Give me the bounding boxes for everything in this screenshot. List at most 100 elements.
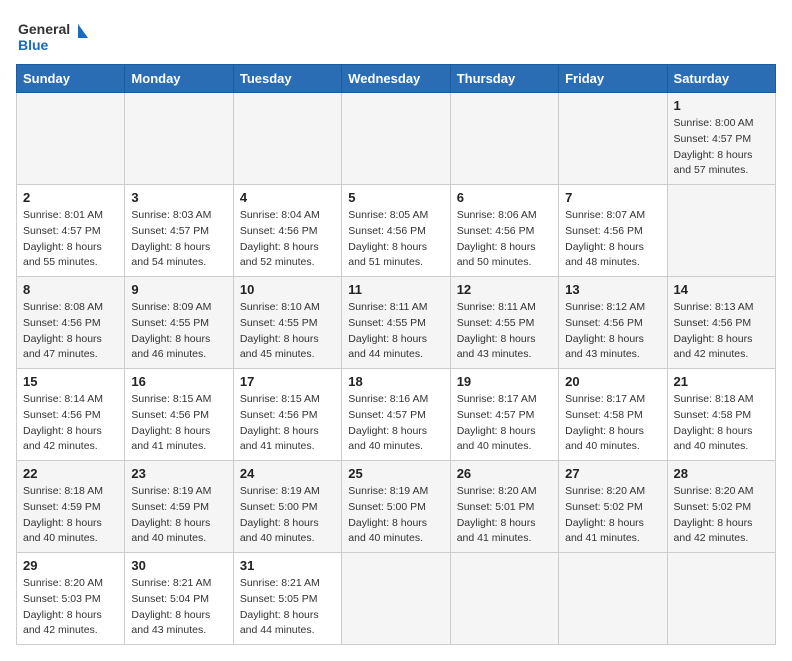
day-number: 8 — [23, 282, 118, 297]
day-detail: Sunrise: 8:06 AMSunset: 4:56 PMDaylight:… — [457, 208, 552, 271]
day-cell-19: 19Sunrise: 8:17 AMSunset: 4:57 PMDayligh… — [450, 369, 558, 461]
day-cell-27: 27Sunrise: 8:20 AMSunset: 5:02 PMDayligh… — [559, 461, 667, 553]
week-row-4: 15 Sunrise: 8:14 AMSunset: 4:56 PMDayligh… — [17, 369, 776, 461]
day-cell-7: 7Sunrise: 8:07 AMSunset: 4:56 PMDaylight… — [559, 185, 667, 277]
day-cell-13: 13Sunrise: 8:12 AMSunset: 4:56 PMDayligh… — [559, 277, 667, 369]
day-number: 29 — [23, 558, 118, 573]
day-cell-25: 25Sunrise: 8:19 AMSunset: 5:00 PMDayligh… — [342, 461, 450, 553]
empty-cell — [233, 93, 341, 185]
week-row-2: 2 Sunrise: 8:01 AMSunset: 4:57 PMDaylight… — [17, 185, 776, 277]
day-detail: Sunrise: 8:19 AMSunset: 5:00 PMDaylight:… — [240, 484, 335, 547]
svg-text:General: General — [18, 21, 70, 37]
day-detail: Sunrise: 8:20 AMSunset: 5:02 PMDaylight:… — [674, 484, 769, 547]
day-cell-30: 30 Sunrise: 8:21 AMSunset: 5:04 PMDayligh… — [125, 553, 233, 645]
day-detail: Sunrise: 8:15 AMSunset: 4:56 PMDaylight:… — [240, 392, 335, 455]
day-cell-11: 11 Sunrise: 8:11 AMSunset: 4:55 PMDayligh… — [342, 277, 450, 369]
header-saturday: Saturday — [667, 65, 775, 93]
day-cell-1: 1Sunrise: 8:00 AMSunset: 4:57 PMDaylight… — [667, 93, 775, 185]
day-number: 22 — [23, 466, 118, 481]
day-number: 18 — [348, 374, 443, 389]
day-number: 12 — [457, 282, 552, 297]
header-wednesday: Wednesday — [342, 65, 450, 93]
empty-cell — [450, 93, 558, 185]
day-cell-5: 5 Sunrise: 8:05 AMSunset: 4:56 PMDaylight… — [342, 185, 450, 277]
day-detail: Sunrise: 8:20 AMSunset: 5:03 PMDaylight:… — [23, 576, 118, 639]
day-number: 23 — [131, 466, 226, 481]
day-cell-24: 24Sunrise: 8:19 AMSunset: 5:00 PMDayligh… — [233, 461, 341, 553]
day-detail: Sunrise: 8:10 AMSunset: 4:55 PMDaylight:… — [240, 300, 335, 363]
day-cell-21: 21 Sunrise: 8:18 AMSunset: 4:58 PMDayligh… — [667, 369, 775, 461]
empty-cell — [125, 93, 233, 185]
day-number: 20 — [565, 374, 660, 389]
day-detail: Sunrise: 8:01 AMSunset: 4:57 PMDaylight:… — [23, 208, 118, 271]
calendar-table: SundayMondayTuesdayWednesdayThursdayFrid… — [16, 64, 776, 645]
day-detail: Sunrise: 8:11 AMSunset: 4:55 PMDaylight:… — [348, 300, 443, 363]
day-number: 13 — [565, 282, 660, 297]
day-cell-29: 29 Sunrise: 8:20 AMSunset: 5:03 PMDayligh… — [17, 553, 125, 645]
day-detail: Sunrise: 8:13 AMSunset: 4:56 PMDaylight:… — [674, 300, 769, 363]
header-row: SundayMondayTuesdayWednesdayThursdayFrid… — [17, 65, 776, 93]
day-number: 31 — [240, 558, 335, 573]
day-detail: Sunrise: 8:14 AMSunset: 4:56 PMDaylight:… — [23, 392, 118, 455]
day-cell-14: 14 Sunrise: 8:13 AMSunset: 4:56 PMDayligh… — [667, 277, 775, 369]
day-detail: Sunrise: 8:07 AMSunset: 4:56 PMDaylight:… — [565, 208, 660, 271]
header-monday: Monday — [125, 65, 233, 93]
day-number: 16 — [131, 374, 226, 389]
day-detail: Sunrise: 8:09 AMSunset: 4:55 PMDaylight:… — [131, 300, 226, 363]
day-number: 6 — [457, 190, 552, 205]
page-header: GeneralBlue — [16, 16, 776, 56]
header-thursday: Thursday — [450, 65, 558, 93]
day-detail: Sunrise: 8:18 AMSunset: 4:59 PMDaylight:… — [23, 484, 118, 547]
day-number: 5 — [348, 190, 443, 205]
day-cell-6: 6 Sunrise: 8:06 AMSunset: 4:56 PMDaylight… — [450, 185, 558, 277]
day-cell-17: 17Sunrise: 8:15 AMSunset: 4:56 PMDayligh… — [233, 369, 341, 461]
day-number: 28 — [674, 466, 769, 481]
day-cell-22: 22 Sunrise: 8:18 AMSunset: 4:59 PMDayligh… — [17, 461, 125, 553]
day-detail: Sunrise: 8:19 AMSunset: 4:59 PMDaylight:… — [131, 484, 226, 547]
svg-text:Blue: Blue — [18, 37, 49, 53]
day-detail: Sunrise: 8:20 AMSunset: 5:01 PMDaylight:… — [457, 484, 552, 547]
day-cell-10: 10 Sunrise: 8:10 AMSunset: 4:55 PMDayligh… — [233, 277, 341, 369]
week-row-6: 29 Sunrise: 8:20 AMSunset: 5:03 PMDayligh… — [17, 553, 776, 645]
day-cell-2: 2 Sunrise: 8:01 AMSunset: 4:57 PMDaylight… — [17, 185, 125, 277]
day-detail: Sunrise: 8:08 AMSunset: 4:56 PMDaylight:… — [23, 300, 118, 363]
empty-cell — [450, 553, 558, 645]
day-detail: Sunrise: 8:18 AMSunset: 4:58 PMDaylight:… — [674, 392, 769, 455]
day-number: 27 — [565, 466, 660, 481]
day-number: 30 — [131, 558, 226, 573]
week-row-1: 1Sunrise: 8:00 AMSunset: 4:57 PMDaylight… — [17, 93, 776, 185]
day-cell-20: 20 Sunrise: 8:17 AMSunset: 4:58 PMDayligh… — [559, 369, 667, 461]
day-number: 2 — [23, 190, 118, 205]
day-cell-18: 18 Sunrise: 8:16 AMSunset: 4:57 PMDayligh… — [342, 369, 450, 461]
empty-cell — [17, 93, 125, 185]
day-cell-15: 15 Sunrise: 8:14 AMSunset: 4:56 PMDayligh… — [17, 369, 125, 461]
day-number: 21 — [674, 374, 769, 389]
header-friday: Friday — [559, 65, 667, 93]
empty-cell — [667, 553, 775, 645]
week-row-5: 22 Sunrise: 8:18 AMSunset: 4:59 PMDayligh… — [17, 461, 776, 553]
day-detail: Sunrise: 8:16 AMSunset: 4:57 PMDaylight:… — [348, 392, 443, 455]
header-sunday: Sunday — [17, 65, 125, 93]
day-cell-23: 23 Sunrise: 8:19 AMSunset: 4:59 PMDayligh… — [125, 461, 233, 553]
day-detail: Sunrise: 8:21 AMSunset: 5:05 PMDaylight:… — [240, 576, 335, 639]
day-number: 10 — [240, 282, 335, 297]
day-number: 19 — [457, 374, 552, 389]
day-number: 15 — [23, 374, 118, 389]
day-number: 26 — [457, 466, 552, 481]
day-cell-8: 8 Sunrise: 8:08 AMSunset: 4:56 PMDaylight… — [17, 277, 125, 369]
day-detail: Sunrise: 8:04 AMSunset: 4:56 PMDaylight:… — [240, 208, 335, 271]
day-number: 4 — [240, 190, 335, 205]
day-detail: Sunrise: 8:17 AMSunset: 4:58 PMDaylight:… — [565, 392, 660, 455]
empty-cell — [667, 185, 775, 277]
empty-cell — [342, 93, 450, 185]
empty-cell — [342, 553, 450, 645]
day-detail: Sunrise: 8:21 AMSunset: 5:04 PMDaylight:… — [131, 576, 226, 639]
day-detail: Sunrise: 8:11 AMSunset: 4:55 PMDaylight:… — [457, 300, 552, 363]
day-detail: Sunrise: 8:03 AMSunset: 4:57 PMDaylight:… — [131, 208, 226, 271]
day-detail: Sunrise: 8:05 AMSunset: 4:56 PMDaylight:… — [348, 208, 443, 271]
day-number: 25 — [348, 466, 443, 481]
day-number: 11 — [348, 282, 443, 297]
day-number: 14 — [674, 282, 769, 297]
day-cell-9: 9Sunrise: 8:09 AMSunset: 4:55 PMDaylight… — [125, 277, 233, 369]
week-row-3: 8 Sunrise: 8:08 AMSunset: 4:56 PMDaylight… — [17, 277, 776, 369]
